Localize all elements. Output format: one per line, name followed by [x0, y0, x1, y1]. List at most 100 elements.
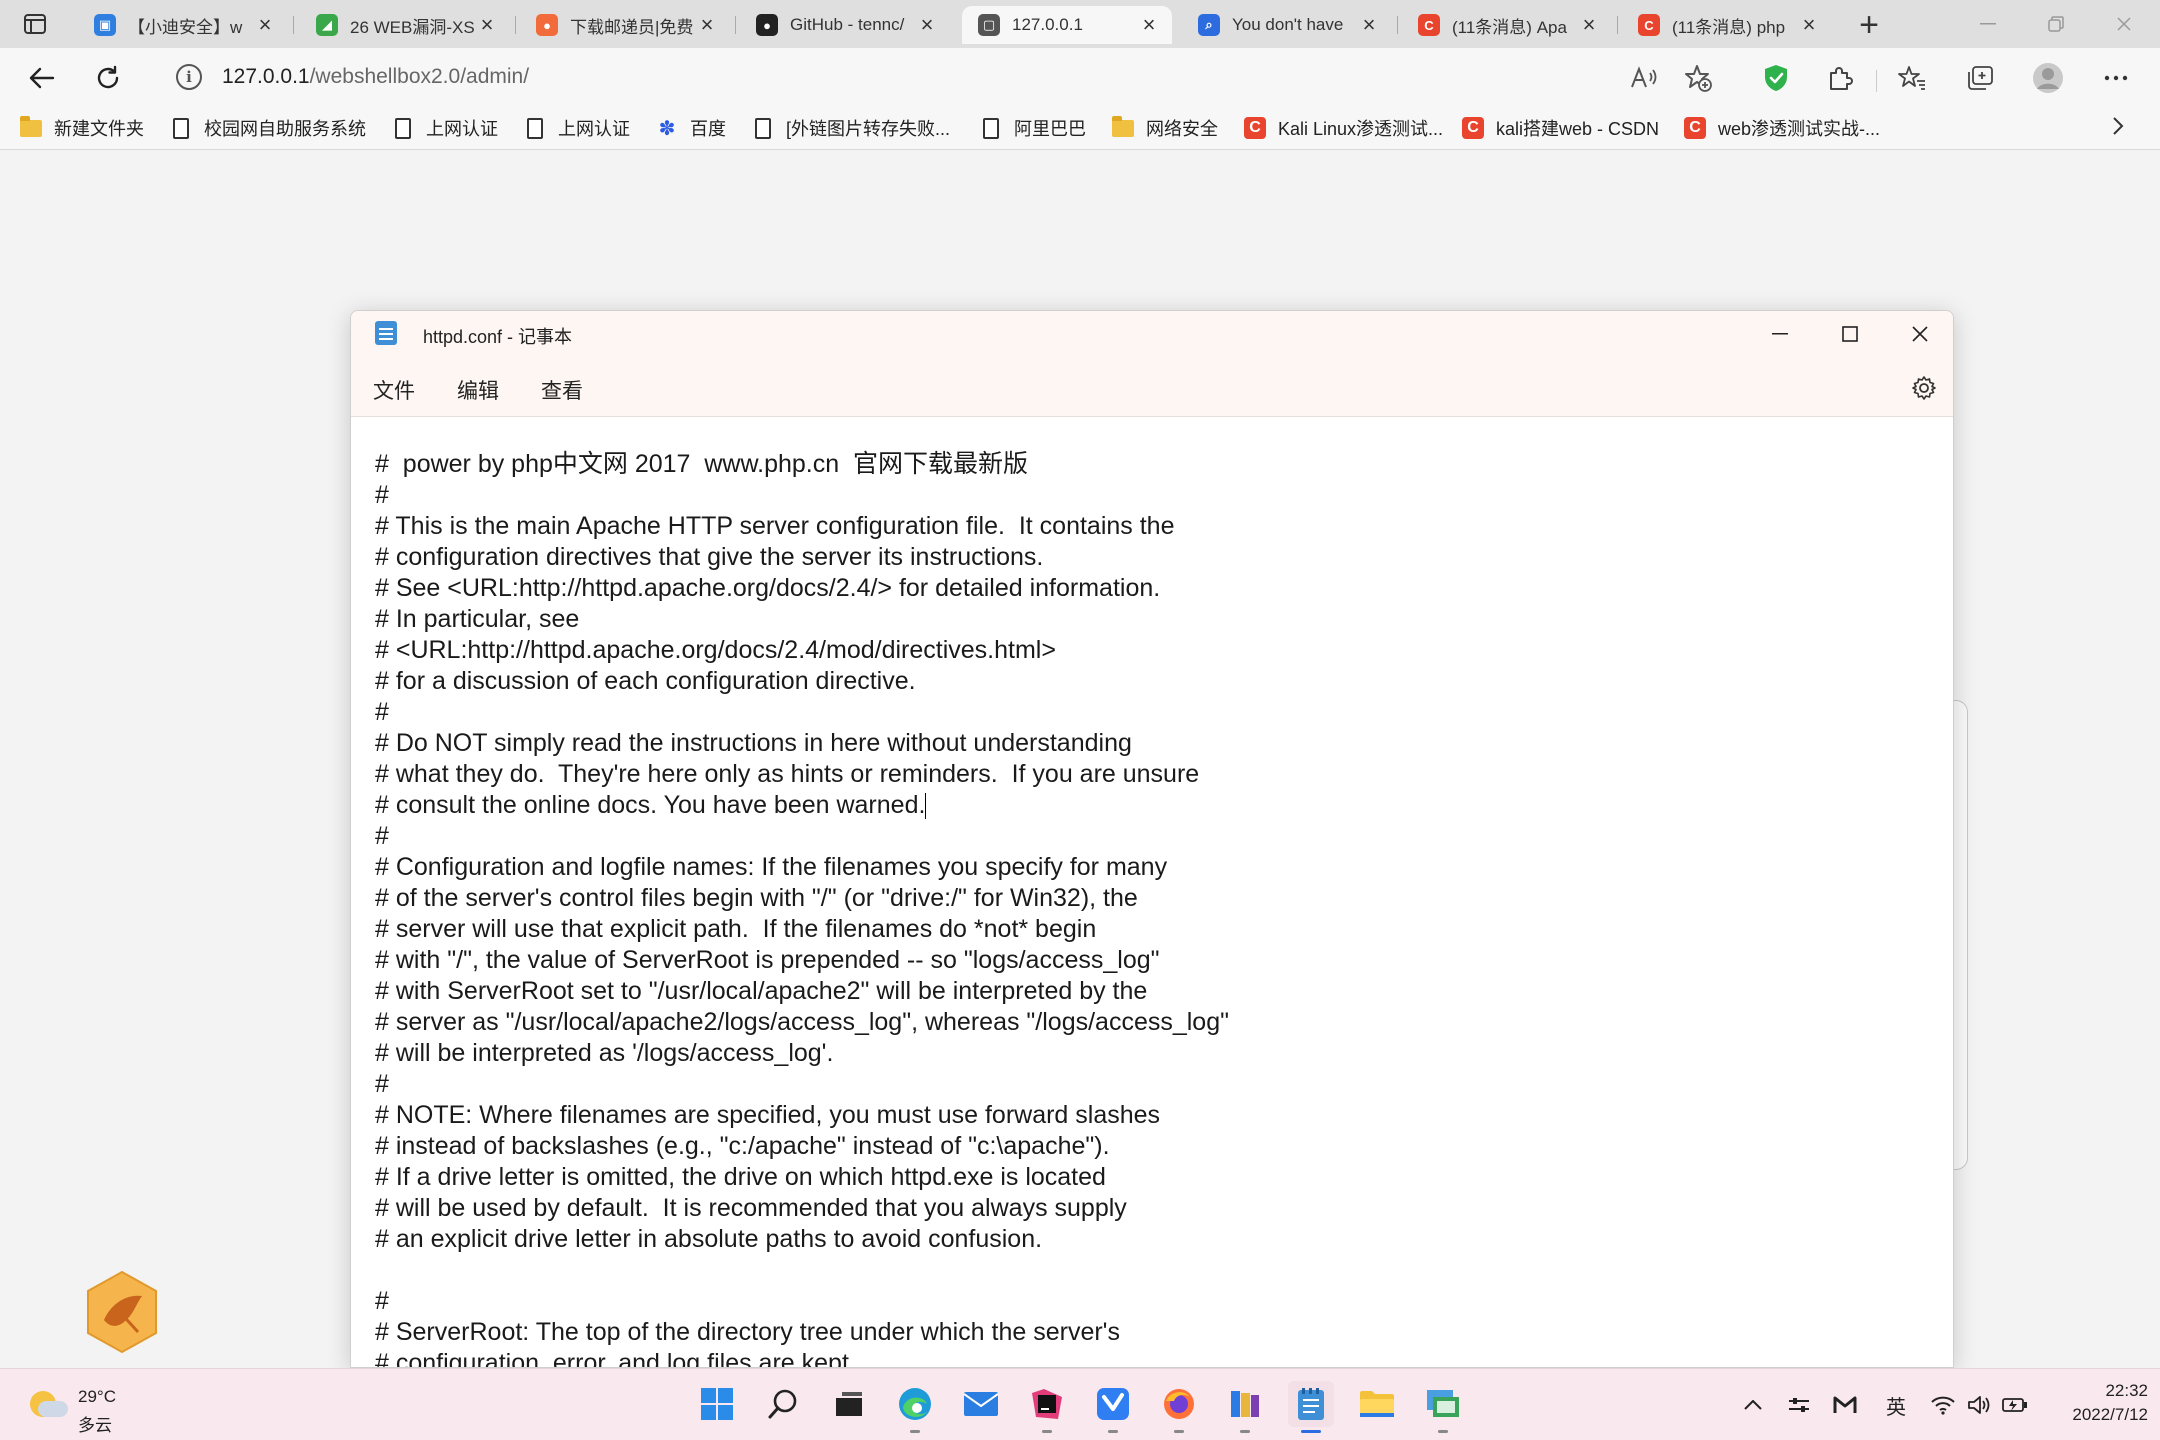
read-aloud-button[interactable]	[1626, 60, 1662, 96]
tab-close-icon[interactable]: ×	[1358, 12, 1380, 37]
bookmark-item[interactable]: 校园网自助服务系统	[170, 114, 366, 142]
windows-taskbar: 29°C 多云 英 22:32 2022/7/12	[0, 1368, 2160, 1440]
browser-tab[interactable]: ▣ 【小迪安全】w ×	[78, 6, 288, 44]
menu-view[interactable]: 查看	[541, 375, 583, 405]
taskbar-jetbrains-ide[interactable]	[1024, 1381, 1070, 1433]
taskbar-edge-browser[interactable]	[892, 1381, 938, 1433]
address-url[interactable]: 127.0.0.1/webshellbox2.0/admin/	[222, 65, 529, 89]
feishu-icon	[1097, 1388, 1129, 1420]
tab-favicon-icon: ▣	[94, 14, 116, 36]
tab-separator	[515, 16, 516, 34]
browser-tab[interactable]: ● 下载邮递员|免费 ×	[520, 6, 730, 44]
add-favorite-button[interactable]	[1680, 60, 1716, 96]
site-info-icon[interactable]: i	[176, 64, 202, 90]
taskbar-remote-desktop[interactable]	[1420, 1381, 1466, 1433]
bookmark-label: 校园网自助服务系统	[204, 119, 366, 139]
tab-close-icon[interactable]: ×	[254, 12, 276, 37]
tab-close-icon[interactable]: ×	[916, 12, 938, 37]
notepad-minimize-button[interactable]	[1745, 311, 1815, 357]
menu-file[interactable]: 文件	[373, 375, 415, 405]
notepad-text-area[interactable]: # power by php中文网 2017 www.php.cn 官网下载最新…	[375, 449, 1915, 1367]
text-line-content: # server as "/usr/local/apache2/logs/acc…	[375, 1008, 1229, 1036]
profile-button[interactable]	[2030, 60, 2066, 96]
floating-app-badge[interactable]	[84, 1270, 160, 1354]
extensions-button[interactable]	[1822, 60, 1858, 96]
weather-condition: 多云	[78, 1416, 112, 1435]
tray-volume[interactable]	[1964, 1389, 1994, 1421]
bookmark-item[interactable]: C Kali Linux渗透测试...	[1244, 114, 1443, 142]
settings-more-button[interactable]	[2098, 60, 2134, 96]
tab-close-icon[interactable]: ×	[1138, 12, 1160, 37]
bookmark-item[interactable]: [外链图片转存失败...	[752, 114, 950, 142]
tray-battery[interactable]	[2000, 1389, 2030, 1421]
notepad-titlebar[interactable]: httpd.conf - 记事本	[351, 311, 1953, 357]
new-tab-button[interactable]: +	[1852, 6, 1886, 44]
tab-close-icon[interactable]: ×	[1798, 12, 1820, 37]
browser-tab[interactable]: C (11条消息) Apa ×	[1402, 6, 1612, 44]
bookmark-item[interactable]: ✽ 百度	[656, 114, 726, 142]
tray-sync-tool[interactable]	[1784, 1389, 1814, 1421]
taskbar-feishu[interactable]	[1090, 1381, 1136, 1433]
tab-close-icon[interactable]: ×	[476, 12, 498, 37]
adblock-extension-button[interactable]	[1758, 60, 1794, 96]
text-line-content: # Configuration and logfile names: If th…	[375, 853, 1168, 881]
running-indicator	[1174, 1430, 1184, 1433]
bookmark-label: web渗透测试实战-...	[1718, 119, 1881, 139]
notepad-settings-button[interactable]	[1911, 375, 1937, 401]
tray-wifi[interactable]	[1928, 1389, 1958, 1421]
text-line-content: # configuration directives that give the…	[375, 543, 1044, 571]
notepad-maximize-button[interactable]	[1815, 311, 1885, 357]
bookmark-item[interactable]: Ckali搭建web - CSDN	[1462, 114, 1659, 142]
collections-button[interactable]	[1962, 60, 1998, 96]
favorites-button[interactable]	[1894, 60, 1930, 96]
address-bar[interactable]: i 127.0.0.1/webshellbox2.0/admin/	[150, 56, 1710, 98]
bookmark-label: 百度	[690, 119, 726, 139]
running-indicator	[1240, 1430, 1250, 1433]
bookmarks-overflow-button[interactable]	[2112, 116, 2124, 142]
tray-gmail[interactable]	[1830, 1389, 1860, 1421]
browser-tab[interactable]: C (11条消息) php ×	[1622, 6, 1832, 44]
bookmark-item[interactable]: 网络安全	[1112, 114, 1218, 142]
bookmark-item[interactable]: Cweb渗透测试实战-...	[1684, 114, 1880, 142]
tab-actions-menu-button[interactable]	[18, 10, 52, 38]
taskbar-file-explorer[interactable]	[1354, 1381, 1400, 1427]
menu-edit[interactable]: 编辑	[457, 375, 499, 405]
edge-browser-icon	[899, 1388, 931, 1420]
taskbar-firefox[interactable]	[1156, 1381, 1202, 1433]
back-button[interactable]	[24, 60, 60, 96]
bookmark-item[interactable]: 新建文件夹	[20, 114, 144, 142]
taskbar-clock[interactable]: 22:32 2022/7/12	[2040, 1379, 2148, 1427]
tab-close-icon[interactable]: ×	[1578, 12, 1600, 37]
tab-favicon-icon: C	[1418, 14, 1440, 36]
minimize-icon	[1980, 23, 1996, 25]
notepad-close-button[interactable]	[1885, 311, 1953, 357]
puzzle-icon	[1830, 67, 1853, 90]
reload-button[interactable]	[90, 60, 126, 96]
browser-minimize-button[interactable]	[1954, 0, 2022, 48]
taskbar-start-button[interactable]	[694, 1381, 740, 1427]
taskbar-winrar[interactable]	[1222, 1381, 1268, 1433]
tray-input-method[interactable]: 英	[1880, 1389, 1912, 1421]
bookmark-item[interactable]: 上网认证	[392, 114, 498, 142]
tab-close-icon[interactable]: ×	[696, 12, 718, 37]
tab-actions-icon	[24, 14, 46, 34]
text-line: # server as "/usr/local/apache2/logs/acc…	[375, 1007, 1915, 1038]
taskbar-notepad[interactable]	[1288, 1381, 1334, 1433]
browser-tab[interactable]: ◢ 26 WEB漏洞-XS ×	[300, 6, 510, 44]
taskbar-mail[interactable]	[958, 1381, 1004, 1427]
browser-tab[interactable]: ⌕ You don't have ×	[1182, 6, 1392, 44]
task-view-icon	[836, 1392, 862, 1416]
weather-widget[interactable]: 29°C 多云	[26, 1383, 176, 1435]
text-line-content: # an explicit drive letter in absolute p…	[375, 1225, 1043, 1253]
browser-tab[interactable]: ● GitHub - tennc/ ×	[740, 6, 950, 44]
browser-restore-button[interactable]	[2022, 0, 2090, 48]
bookmark-item[interactable]: 阿里巴巴	[980, 114, 1086, 142]
taskbar-search-button[interactable]	[760, 1381, 806, 1427]
bookmark-item[interactable]: 上网认证	[524, 114, 630, 142]
folder-icon	[1112, 115, 1134, 139]
taskbar-task-view-button[interactable]	[826, 1381, 872, 1427]
browser-close-button[interactable]	[2090, 0, 2158, 48]
tray-show-hidden-icons[interactable]	[1738, 1389, 1768, 1421]
browser-tab[interactable]: ▢ 127.0.0.1 ×	[962, 6, 1172, 44]
wifi-icon	[1931, 1396, 1955, 1415]
